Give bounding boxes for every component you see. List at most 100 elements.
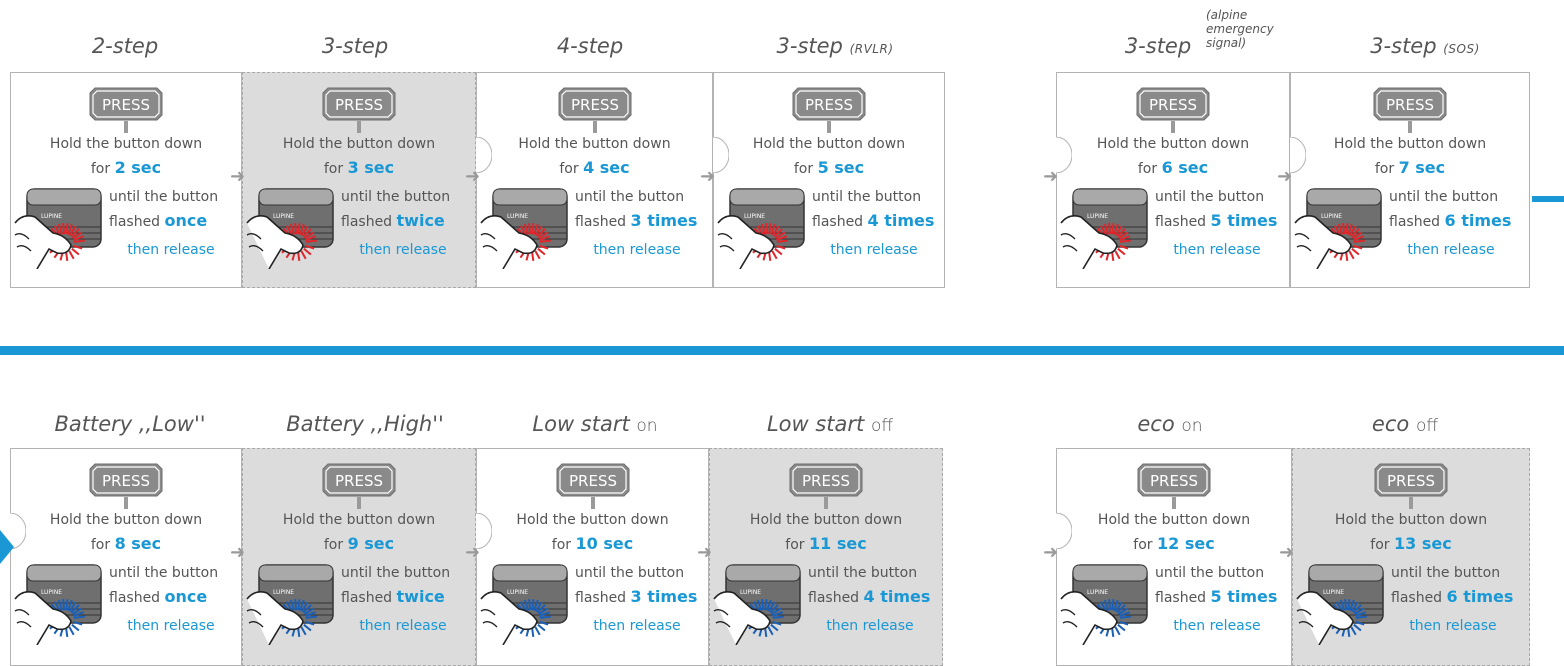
press-label: PRESS [805,96,853,114]
flash-count: twice [396,587,445,606]
for-label: for [793,161,814,177]
title-text: Low start [532,412,630,436]
flash-count: 5 times [1210,211,1278,230]
duration-value: 13 sec [1394,534,1452,553]
title-2-step: 2-step [91,34,159,58]
title-text: eco [1371,412,1410,436]
hold-text: Hold the button down [752,136,906,152]
until-text: until the button [109,565,219,581]
lupine-lamp-icon: LUPINE [1060,188,1148,269]
flashed-label: flashed [1389,214,1441,230]
flashed-label: flashed [1155,590,1207,606]
for-label: for [323,161,344,177]
instruction-card: PRESS Hold the button down for 9 sec LUP… [242,448,476,666]
card-notch [1056,513,1072,549]
svg-text:LUPINE: LUPINE [273,589,294,596]
arrow-right-icon: ➜ [465,542,481,563]
hold-text: Hold the button down [518,136,671,152]
until-text: until the button [575,189,685,205]
press-stem [1172,497,1176,509]
hold-text: Hold the button down [282,512,436,528]
press-stem [124,121,128,133]
instruction-card: PRESS Hold the button down for 6 sec LUP… [1056,72,1290,288]
until-text: until the button [1389,189,1499,205]
blue-edge-tab [1532,196,1564,202]
flash-count: 5 times [1210,587,1278,606]
lupine-lamp-icon: LUPINE [14,564,102,645]
for-label: for [90,161,111,177]
duration-value: 11 sec [809,534,867,553]
instruction-card: PRESS Hold the button down for 2 sec LUP… [10,72,242,288]
until-text: until the button [575,565,685,581]
flash-count: 6 times [1446,587,1514,606]
press-button-icon: PRESS [89,463,163,497]
title-battery-low: Battery ,,Low'' [54,412,206,436]
title-eco-on: eco on [1110,412,1230,436]
press-stem [827,121,831,133]
until-text: until the button [1391,565,1501,581]
lupine-lamp-icon: LUPINE [480,564,568,645]
title-eco-off: eco off [1345,412,1465,436]
left-edge-arrow-icon [0,530,14,564]
card-notch [713,137,729,173]
release-text: then release [359,242,447,258]
press-label: PRESS [335,96,383,114]
press-button-icon: PRESS [1373,87,1447,121]
svg-text:LUPINE: LUPINE [507,589,528,596]
press-stem [1408,121,1412,133]
flash-line: flashed 6 times [1391,587,1513,606]
title-text: Low start [766,412,865,436]
title-battery-high: Battery ,,High'' [286,412,444,436]
duration-line: for 3 sec [243,158,475,177]
for-label: for [1133,537,1153,553]
arrow-right-icon: ➜ [465,166,481,187]
duration-value: 10 sec [575,534,634,553]
arrow-right-icon: ➜ [697,542,713,563]
release-text: then release [826,618,914,634]
press-stem [1409,497,1413,509]
lupine-lamp-icon: LUPINE [713,564,801,645]
flash-count: twice [396,211,445,230]
title-3-step-sos: 3-step (SOS) [1350,34,1500,58]
duration-line: for 2 sec [11,158,241,177]
press-label: PRESS [102,96,150,114]
release-text: then release [359,618,447,634]
title-state: off [1415,416,1439,436]
press-button-icon: PRESS [322,87,396,121]
press-stem [357,497,361,509]
hold-text: Hold the button down [282,136,436,152]
title-text: 3-step [1370,34,1437,58]
title-state: off [870,416,894,436]
flashed-label: flashed [341,214,393,230]
for-label: for [90,537,111,553]
svg-text:LUPINE: LUPINE [1087,213,1108,220]
press-button-icon: PRESS [558,87,631,121]
duration-value: 6 sec [1161,158,1209,177]
flash-line: flashed 3 times [575,211,697,230]
duration-line: for 6 sec [1057,158,1289,177]
flash-count: 4 times [863,587,931,606]
flash-line: flashed 4 times [812,211,934,230]
arrow-right-icon: ➜ [1043,166,1059,187]
svg-text:LUPINE: LUPINE [740,589,761,596]
until-text: until the button [812,189,922,205]
lupine-lamp-icon: LUPINE [1296,564,1384,645]
press-button-icon: PRESS [556,463,629,497]
flash-count: once [164,587,208,606]
press-stem [357,121,361,133]
duration-value: 4 sec [583,158,630,177]
for-label: for [1370,537,1390,553]
duration-value: 9 sec [347,534,395,553]
section-divider [0,346,1564,355]
lupine-lamp-icon: LUPINE [717,188,805,269]
duration-value: 7 sec [1398,158,1446,177]
hold-text: Hold the button down [1096,136,1250,152]
hold-text: Hold the button down [516,512,669,528]
press-stem [124,497,128,509]
duration-line: for 4 sec [477,158,712,177]
press-button-icon: PRESS [1137,463,1211,497]
for-label: for [559,161,579,177]
instruction-card: PRESS Hold the button down for 5 sec LUP… [713,72,945,288]
lupine-lamp-icon: LUPINE [480,188,568,269]
flashed-label: flashed [1155,214,1207,230]
